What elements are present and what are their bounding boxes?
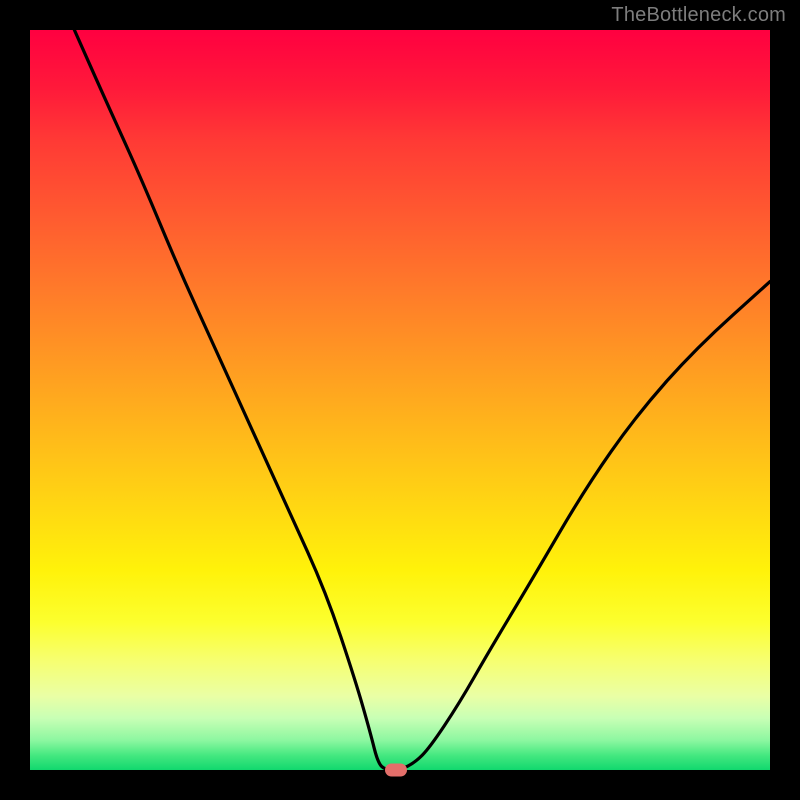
watermark-text: TheBottleneck.com — [611, 4, 786, 27]
curve-svg — [30, 30, 770, 770]
bottleneck-curve — [74, 30, 770, 770]
chart-frame: TheBottleneck.com — [0, 0, 800, 800]
plot-area — [30, 30, 770, 770]
min-marker — [385, 764, 407, 777]
